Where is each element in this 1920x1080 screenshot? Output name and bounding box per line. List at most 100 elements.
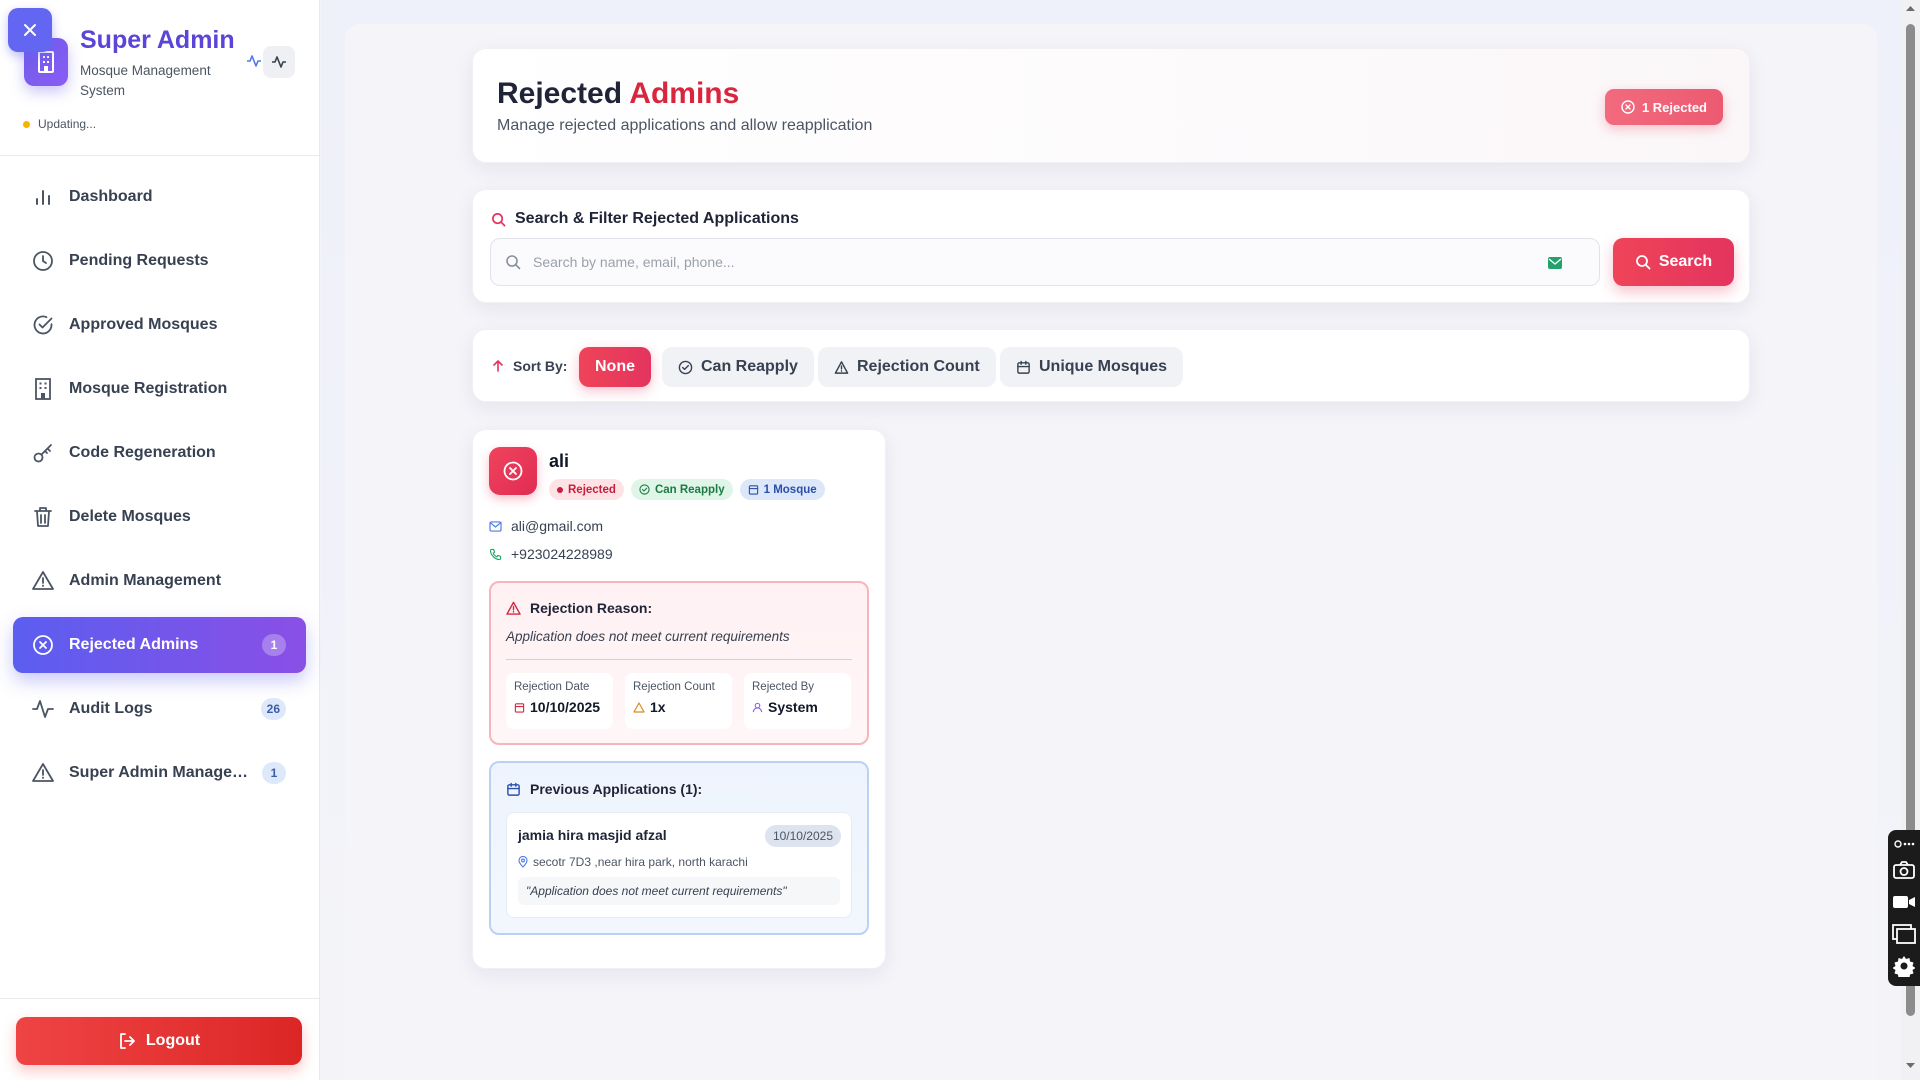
status-indicator: Updating...	[23, 117, 96, 131]
count-badge: 26	[260, 698, 286, 720]
sort-option-label: Rejection Count	[857, 358, 980, 375]
search-icon	[1635, 255, 1651, 270]
page-header-card: Rejected Admins Manage rejected applicat…	[472, 48, 1750, 163]
admin-phone: +923024228989	[489, 546, 613, 562]
logout-button[interactable]: Logout	[16, 1017, 302, 1065]
logout-icon	[119, 1033, 135, 1049]
rejection-date-value: 10/10/2025	[530, 699, 601, 715]
sidebar-item-label: Approved Mosques	[69, 316, 218, 333]
sort-unique-mosques-button[interactable]: Unique Mosques	[1000, 347, 1184, 387]
rejected-avatar	[489, 447, 537, 495]
chip-label: Rejected	[568, 483, 616, 496]
search-filter-card: Search & Filter Rejected Applications Se…	[472, 189, 1750, 303]
sidebar-item-audit-logs[interactable]: Audit Logs 26	[13, 681, 306, 737]
sidebar-item-pending-requests[interactable]: Pending Requests	[13, 233, 306, 289]
rejected-count-badge: 1 Rejected	[1604, 89, 1723, 125]
sort-label: Sort By:	[491, 358, 567, 374]
previous-applications-panel: Previous Applications (1): jamia hira ma…	[489, 761, 869, 935]
activity-icon	[246, 53, 262, 69]
status-badge-mosque-count: 1 Mosque	[739, 479, 825, 500]
rejected-count-label: 1 Rejected	[1641, 99, 1707, 115]
sort-label-text: Sort By:	[513, 358, 568, 374]
sort-option-label: None	[595, 358, 635, 375]
search-icon	[506, 255, 521, 270]
arrow-up-icon	[493, 360, 503, 372]
search-field[interactable]	[490, 238, 1600, 286]
activity-toggle-button[interactable]	[263, 46, 295, 78]
status-dot	[23, 120, 30, 128]
check-circle-icon	[639, 484, 650, 495]
rejection-reason-label: Rejection Reason:	[530, 600, 653, 616]
sidebar-nav: Dashboard Pending Requests Approved Mosq…	[13, 169, 306, 809]
brand-title: Super Admin	[80, 26, 235, 54]
stat-label: Rejection Date	[514, 681, 590, 693]
phone-icon	[489, 548, 502, 560]
previous-applications-title: Previous Applications (1):	[506, 781, 702, 797]
sidebar-item-admin-management[interactable]: Admin Management	[13, 553, 306, 609]
status-badge-rejected: Rejected	[549, 479, 624, 500]
tools-menu-icon[interactable]	[1890, 834, 1918, 854]
alert-triangle-icon	[506, 601, 521, 615]
calendar-icon	[514, 702, 525, 713]
brand-subtitle: Mosque Management System	[80, 63, 211, 98]
sidebar-item-label: Delete Mosques	[69, 508, 191, 525]
search-heading-label: Search & Filter Rejected Applications	[515, 210, 799, 227]
divider	[506, 659, 852, 660]
page-subtitle: Manage rejected applications and allow r…	[497, 117, 873, 134]
calendar-icon	[748, 485, 758, 495]
admin-email-text: ali@gmail.com	[511, 518, 604, 534]
count-badge: 1	[262, 762, 286, 784]
clock-icon	[31, 249, 55, 273]
activity-icon	[31, 697, 55, 721]
gear-icon[interactable]	[1890, 950, 1918, 982]
rejected-by-value: System	[768, 699, 818, 715]
brand-section: Super Admin Mosque Management System Upd…	[0, 0, 319, 156]
sort-rejection-count-button[interactable]: Rejection Count	[818, 347, 996, 387]
sidebar-item-dashboard[interactable]: Dashboard	[13, 169, 306, 225]
stat-value: 1x	[633, 699, 724, 715]
search-input[interactable]	[533, 254, 1513, 270]
sidebar-item-label: Mosque Registration	[69, 380, 228, 397]
sidebar-item-rejected-admins[interactable]: Rejected Admins 1	[13, 617, 306, 673]
rejection-date-stat: Rejection Date 10/10/2025	[506, 673, 613, 729]
check-circle-icon	[678, 360, 693, 374]
user-icon	[752, 702, 763, 712]
sidebar-item-label: Audit Logs	[69, 700, 153, 717]
rejected-admin-card[interactable]: ali Rejected Can Reapply 1 Mosque ali@gm…	[472, 429, 886, 969]
rejection-reason-text: Application does not meet current requir…	[506, 629, 790, 644]
alert-triangle-icon	[31, 761, 55, 785]
close-icon	[24, 24, 36, 36]
count-badge: 1	[262, 634, 286, 656]
sidebar-item-mosque-registration[interactable]: Mosque Registration	[13, 361, 306, 417]
camera-icon[interactable]	[1890, 854, 1918, 886]
search-button[interactable]: Search	[1613, 238, 1734, 286]
search-heading: Search & Filter Rejected Applications	[491, 210, 799, 228]
sidebar-item-label: Admin Management	[69, 572, 222, 589]
admin-status-chips: Rejected Can Reapply 1 Mosque	[549, 479, 825, 500]
video-camera-icon[interactable]	[1890, 886, 1918, 918]
sort-none-button[interactable]: None	[579, 347, 651, 387]
window-capture-icon[interactable]	[1890, 918, 1918, 950]
sidebar-item-approved-mosques[interactable]: Approved Mosques	[13, 297, 306, 353]
sidebar-item-label: Super Admin Managem...	[69, 764, 259, 781]
mail-extension-icon[interactable]	[1547, 256, 1563, 270]
rejection-count-stat: Rejection Count 1x	[625, 673, 732, 729]
mail-icon	[489, 520, 502, 532]
calendar-icon	[507, 782, 520, 796]
sidebar-item-super-admin-management[interactable]: Super Admin Managem... 1	[13, 745, 306, 801]
sort-can-reapply-button[interactable]: Can Reapply	[662, 347, 814, 387]
logout-section: Logout	[0, 998, 320, 1080]
page-title-accent: Admins	[629, 77, 740, 110]
close-sidebar-button[interactable]	[8, 8, 52, 52]
mosque-location: secotr 7D3 ,near hira park, north karach…	[518, 855, 748, 869]
chip-label: 1 Mosque	[763, 483, 817, 496]
sidebar-item-label: Pending Requests	[69, 252, 209, 269]
activity-icon	[272, 56, 286, 68]
sidebar-item-delete-mosques[interactable]: Delete Mosques	[13, 489, 306, 545]
search-icon	[492, 212, 506, 226]
logout-label: Logout	[145, 1032, 201, 1049]
trash-icon	[31, 505, 55, 529]
search-button-label: Search	[1658, 253, 1713, 270]
sidebar-item-code-regeneration[interactable]: Code Regeneration	[13, 425, 306, 481]
rejected-by-stat: Rejected By System	[744, 673, 851, 729]
